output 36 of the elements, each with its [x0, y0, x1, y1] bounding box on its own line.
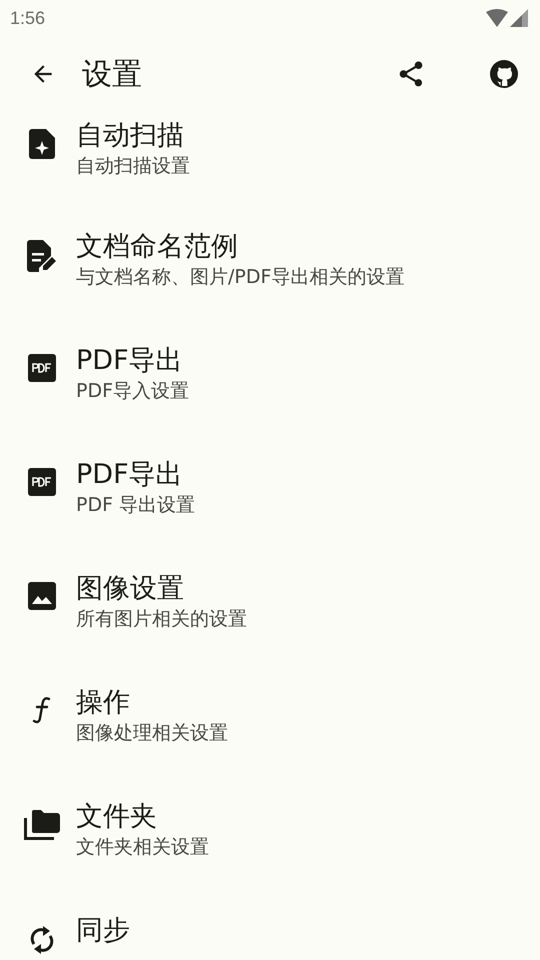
item-title: 自动扫描	[76, 119, 184, 153]
item-subtitle: 与文档名称、图片/PDF导出相关的设置	[76, 265, 404, 290]
item-title: 图像设置	[76, 572, 184, 606]
settings-item[interactable]: PDF导出 PDF导入设置	[0, 322, 540, 436]
settings-item[interactable]: 自动扫描 自动扫描设置	[0, 112, 540, 208]
sync-icon	[29, 924, 55, 956]
item-subtitle: 文件夹相关设置	[76, 835, 209, 860]
wifi-icon	[486, 9, 508, 27]
item-title: PDF导出	[76, 344, 183, 378]
settings-item[interactable]: 操作 图像处理相关设置	[0, 664, 540, 778]
pdf-icon	[28, 354, 56, 382]
document-edit-icon	[27, 240, 57, 272]
image-icon	[28, 582, 56, 610]
status-time: 1:56	[10, 8, 46, 28]
item-title: 操作	[76, 686, 130, 720]
settings-item[interactable]: 文件夹 文件夹相关设置	[0, 778, 540, 892]
item-subtitle: 图像处理相关设置	[76, 721, 228, 746]
item-subtitle: 所有图片相关的设置	[76, 607, 247, 632]
item-title: PDF导出	[76, 458, 183, 492]
octocat-logo-icon	[488, 58, 520, 90]
item-subtitle: PDF导入设置	[76, 379, 190, 404]
screen-title: 设置	[82, 56, 142, 94]
folders-icon	[24, 810, 60, 840]
item-subtitle: PDF 导出设置	[76, 493, 196, 518]
file-sparkle-icon	[29, 129, 55, 159]
signal-icon	[510, 9, 528, 27]
item-title: 同步	[76, 914, 130, 948]
item-title: 文件夹	[76, 800, 157, 834]
settings-item[interactable]: 同步	[0, 892, 540, 960]
pdf-icon	[28, 468, 56, 496]
function-icon	[32, 696, 52, 724]
settings-item[interactable]: PDF导出 PDF 导出设置	[0, 436, 540, 550]
settings-item[interactable]: 图像设置 所有图片相关的设置	[0, 550, 540, 664]
item-title: 文档命名范例	[76, 230, 238, 264]
item-subtitle: 自动扫描设置	[76, 154, 190, 179]
settings-item[interactable]: 文档命名范例 与文档名称、图片/PDF导出相关的设置	[0, 208, 540, 322]
